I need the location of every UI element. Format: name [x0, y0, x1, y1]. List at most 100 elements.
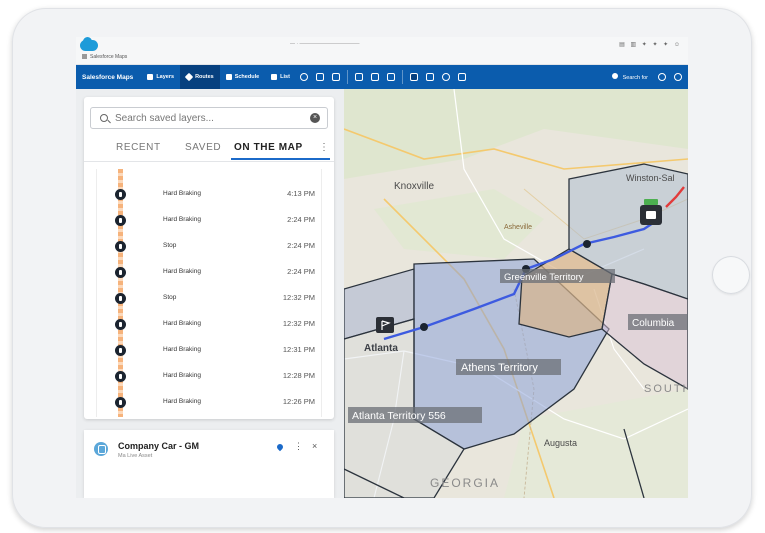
gear-icon[interactable] — [674, 73, 682, 81]
city-label-winston: Winston-Sal — [626, 173, 675, 183]
vehicle-card[interactable]: Company Car - GM Ma Live Asset ⋮ × — [84, 430, 334, 498]
route-stop-icon[interactable] — [420, 323, 428, 331]
territory-label-greenville: Greenville Territory — [504, 272, 584, 283]
search-input[interactable]: Search saved layers... — [115, 113, 214, 124]
city-label-atlanta: Atlanta — [364, 343, 398, 354]
event-timeline: Hard Braking 4:13 PM Hard Braking 2:24 P… — [96, 169, 322, 417]
city-label-columbia: Columbia — [632, 318, 675, 329]
clock-icon[interactable] — [441, 73, 450, 81]
browser-tab-title[interactable]: Salesforce Maps — [90, 54, 127, 60]
nav-item-label: Schedule — [234, 74, 260, 80]
more-options-icon[interactable]: ⋮ — [294, 441, 303, 452]
settings-icon[interactable] — [658, 73, 666, 81]
clear-icon[interactable]: × — [310, 113, 320, 123]
list-item[interactable]: Stop 2:24 PM — [97, 237, 323, 257]
nav-item-layers[interactable]: Layers — [141, 65, 180, 89]
event-marker-icon — [115, 267, 126, 278]
app-screen: Salesforce Maps — · ———————————— ▤ ▥ ✦ ✦… — [76, 37, 688, 498]
city-label-asheville: Asheville — [504, 224, 532, 231]
route-stop-icon[interactable] — [583, 240, 591, 248]
vehicle-glyph — [646, 211, 656, 219]
nav-item-label: Layers — [156, 74, 175, 80]
event-label: Hard Braking — [163, 320, 201, 327]
list-item[interactable]: Hard Braking 12:28 PM — [97, 367, 323, 387]
close-icon[interactable]: × — [312, 441, 317, 451]
event-label: Stop — [163, 294, 177, 301]
map-view[interactable]: Knoxville Winston-Sal Asheville Greenvil… — [344, 89, 688, 498]
event-marker-icon — [115, 189, 126, 200]
nav-item-label: Routes — [195, 74, 214, 80]
active-tab-indicator — [231, 158, 330, 160]
event-label: Hard Braking — [163, 190, 201, 197]
state-label-south-carolina: SOUTH CARO — [644, 383, 688, 395]
event-marker-icon — [115, 371, 126, 382]
address-bar[interactable]: — · ———————————— — [290, 41, 410, 48]
browser-toolbar-icons[interactable]: ▤ ▥ ✦ ✦ ✦ ☺ — [619, 41, 682, 48]
home-button[interactable] — [712, 256, 750, 294]
vehicle-icon — [94, 442, 108, 456]
list-item[interactable]: Hard Braking 2:24 PM — [97, 211, 323, 231]
select-box-icon[interactable] — [457, 73, 466, 81]
event-label: Stop — [163, 242, 177, 249]
target-icon[interactable] — [299, 73, 308, 81]
nav-item-list[interactable]: List — [265, 65, 296, 89]
event-time: 12:31 PM — [282, 345, 315, 354]
event-time: 2:24 PM — [287, 241, 315, 250]
event-time: 12:26 PM — [282, 397, 315, 406]
list-item[interactable]: Hard Braking 12:26 PM — [97, 393, 323, 413]
tab-favicon-icon — [82, 54, 87, 59]
city-label-knoxville: Knoxville — [394, 181, 434, 192]
event-marker-icon — [115, 293, 126, 304]
location-pin-icon[interactable] — [275, 442, 285, 452]
home-icon[interactable] — [331, 73, 340, 81]
truck-icon[interactable] — [370, 73, 379, 81]
expand-icon[interactable] — [315, 73, 324, 81]
nav-item-schedule[interactable]: Schedule — [220, 65, 265, 89]
more-options-icon[interactable]: ⋮ — [319, 142, 329, 153]
vehicle-name: Company Car - GM — [118, 441, 200, 451]
event-label: Hard Braking — [163, 216, 201, 223]
browser-chrome: Salesforce Maps — · ———————————— ▤ ▥ ✦ ✦… — [76, 37, 688, 65]
event-marker-icon — [115, 345, 126, 356]
vehicle-status-badge — [644, 199, 658, 205]
state-label-georgia: GEORGIA — [430, 476, 500, 490]
car-icon[interactable] — [354, 73, 363, 81]
event-label: Hard Braking — [163, 372, 201, 379]
divider — [84, 161, 334, 162]
salesforce-logo-icon — [80, 37, 98, 51]
search-icon — [612, 73, 619, 79]
event-marker-icon — [115, 397, 126, 408]
tab-recent[interactable]: RECENT — [116, 142, 161, 153]
vehicle-subtitle: Ma Live Asset — [118, 453, 153, 459]
app-brand[interactable]: Salesforce Maps — [76, 74, 141, 81]
list-icon — [271, 74, 278, 80]
event-marker-icon — [115, 241, 126, 252]
nav-item-routes[interactable]: Routes — [180, 65, 220, 89]
nav-item-label: List — [280, 74, 290, 80]
nav-search[interactable]: Search for — [612, 73, 654, 81]
list-item[interactable]: Hard Braking 12:32 PM — [97, 315, 323, 335]
cart-icon[interactable] — [425, 73, 434, 81]
event-time: 12:28 PM — [282, 371, 315, 380]
hand-icon[interactable] — [409, 73, 418, 81]
calendar-icon — [225, 74, 232, 80]
tab-saved[interactable]: SAVED — [185, 142, 221, 153]
city-label-augusta: Augusta — [544, 438, 577, 448]
event-label: Hard Braking — [163, 268, 201, 275]
toolbar-divider — [346, 70, 348, 84]
list-item[interactable]: Stop 12:32 PM — [97, 289, 323, 309]
event-marker-icon — [115, 215, 126, 226]
list-item[interactable]: Hard Braking 4:13 PM — [97, 185, 323, 205]
app-navbar: Salesforce Maps Layers Routes Schedule L… — [76, 65, 688, 89]
route-icon — [184, 72, 194, 82]
event-label: Hard Braking — [163, 346, 201, 353]
list-item[interactable]: Hard Braking 2:24 PM — [97, 263, 323, 283]
nav-search-label: Search for — [622, 75, 648, 81]
list-item[interactable]: Hard Braking 12:31 PM — [97, 341, 323, 361]
route-card: Search saved layers... × RECENT SAVED ON… — [84, 97, 334, 419]
event-time: 12:32 PM — [282, 293, 315, 302]
tab-on-the-map[interactable]: ON THE MAP — [234, 142, 303, 153]
search-saved-layers[interactable]: Search saved layers... × — [90, 107, 328, 129]
territory-label-athens: Athens Territory — [461, 362, 538, 374]
trash-icon[interactable] — [386, 73, 395, 81]
